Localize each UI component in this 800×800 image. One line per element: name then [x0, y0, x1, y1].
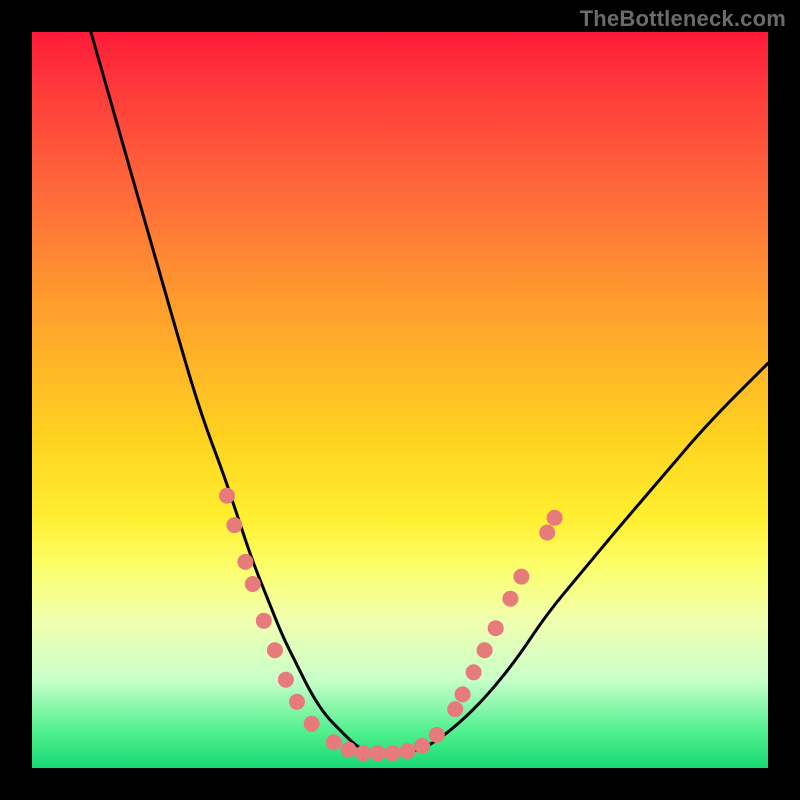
chart-svg	[32, 32, 768, 768]
data-marker	[226, 517, 242, 533]
data-marker	[466, 664, 482, 680]
data-marker	[429, 727, 445, 743]
data-marker	[267, 642, 283, 658]
data-marker	[399, 743, 415, 759]
data-marker	[237, 554, 253, 570]
data-marker	[447, 701, 463, 717]
data-marker	[289, 694, 305, 710]
data-marker	[256, 613, 272, 629]
data-marker	[477, 642, 493, 658]
data-marker	[245, 576, 261, 592]
data-marker	[502, 591, 518, 607]
marker-group	[219, 488, 563, 762]
data-marker	[341, 742, 357, 758]
data-marker	[539, 525, 555, 541]
chart-frame: TheBottleneck.com	[0, 0, 800, 800]
data-marker	[488, 620, 504, 636]
data-marker	[355, 745, 371, 761]
data-marker	[513, 569, 529, 585]
data-marker	[547, 510, 563, 526]
data-marker	[414, 738, 430, 754]
bottleneck-curve	[91, 32, 768, 753]
data-marker	[370, 745, 386, 761]
watermark-text: TheBottleneck.com	[580, 6, 786, 32]
data-marker	[326, 734, 342, 750]
data-marker	[455, 686, 471, 702]
data-marker	[385, 745, 401, 761]
chart-plot-area	[32, 32, 768, 768]
data-marker	[219, 488, 235, 504]
data-marker	[304, 716, 320, 732]
data-marker	[278, 672, 294, 688]
